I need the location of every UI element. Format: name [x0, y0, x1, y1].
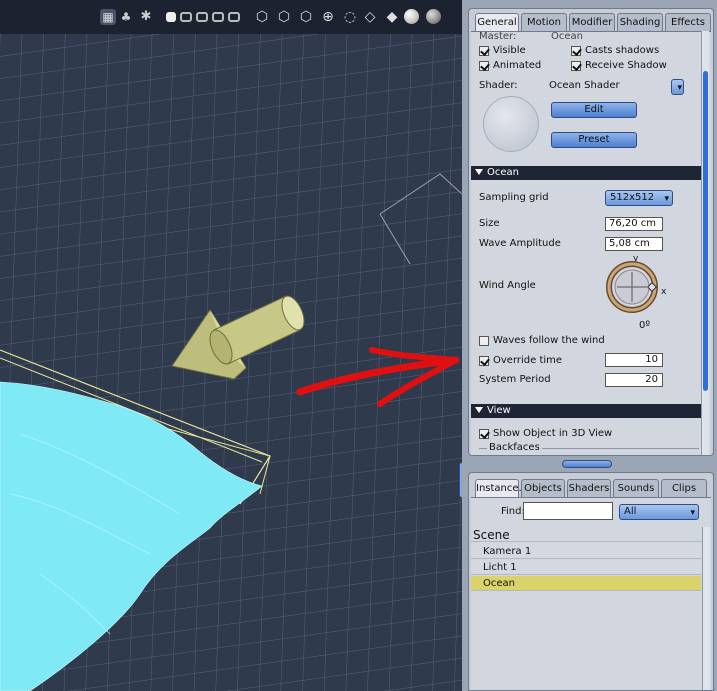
override-time-label: Override time — [493, 355, 563, 366]
view-layout-split-icon[interactable] — [180, 12, 192, 22]
wave-amplitude-field[interactable]: 5,08 cm — [605, 237, 663, 251]
grid-icon[interactable]: ▦ — [100, 9, 116, 25]
size-label: Size — [479, 218, 500, 229]
show-object-label: Show Object in 3D View — [493, 428, 613, 439]
filter-value: All — [624, 506, 637, 517]
view-layout-single-icon[interactable] — [166, 12, 176, 22]
waves-follow-checkbox[interactable] — [479, 336, 489, 346]
tab-shaders[interactable]: Shaders — [567, 479, 611, 497]
override-time-checkbox[interactable] — [479, 356, 489, 366]
properties-tabs: General Motion Modifier Shading Effects — [475, 13, 713, 31]
view-layout-triple-icon[interactable] — [212, 12, 224, 22]
visible-checkbox[interactable] — [479, 46, 489, 56]
shader-preview-sphere — [483, 96, 539, 152]
tab-shading[interactable]: Shading — [617, 13, 663, 31]
tab-effects[interactable]: Effects — [665, 13, 711, 31]
list-item-licht-1[interactable]: Licht 1 — [471, 560, 701, 575]
master-label: Master: — [479, 31, 517, 42]
ocean-section-header[interactable]: Ocean — [471, 166, 707, 180]
override-time-field[interactable]: 10 — [605, 353, 663, 367]
shader-dropdown-button[interactable]: ▾ — [671, 79, 684, 95]
move-icon[interactable]: ⊕ — [320, 9, 336, 25]
animated-label: Animated — [493, 60, 542, 71]
sampling-grid-label: Sampling grid — [479, 192, 549, 203]
animated-checkbox[interactable] — [479, 61, 489, 71]
edit-button[interactable]: Edit — [551, 102, 637, 118]
list-item-kamera-1[interactable]: Kamera 1 — [471, 544, 701, 559]
backfaces-label: Backfaces — [487, 442, 542, 453]
scene-panel: Instance. Objects Shaders Sounds Clips F… — [468, 472, 714, 691]
wave-amplitude-label: Wave Amplitude — [479, 238, 561, 249]
view-section-header[interactable]: View — [471, 404, 707, 418]
rotate-icon[interactable]: ◌ — [342, 9, 358, 25]
master-value: Ocean — [551, 31, 583, 42]
flat-shade-icon[interactable]: ⬡ — [298, 9, 314, 25]
shader-value: Ocean Shader — [549, 80, 620, 91]
visible-label: Visible — [493, 45, 526, 56]
wireframe-icon[interactable]: ⬡ — [254, 9, 270, 25]
panel-splitter[interactable] — [562, 460, 612, 468]
tab-general[interactable]: General — [475, 13, 519, 31]
tab-clips[interactable]: Clips — [661, 479, 707, 497]
chevron-down-icon: ▾ — [664, 194, 669, 204]
chevron-down-icon: ▾ — [690, 508, 695, 518]
instances-tab-content: Find: All ▾ Scene Kamera 1 Licht 1 Ocean — [471, 497, 711, 690]
scene-tree-icon[interactable]: ♣ — [118, 9, 134, 25]
find-label: Find: — [501, 506, 525, 517]
sampling-grid-select[interactable]: 512x512 ▾ — [605, 190, 673, 206]
hidden-line-icon[interactable]: ⬡ — [276, 9, 292, 25]
system-period-label: System Period — [479, 374, 551, 385]
casts-shadows-label: Casts shadows — [585, 45, 660, 56]
tab-motion[interactable]: Motion — [521, 13, 567, 31]
show-object-checkbox[interactable] — [479, 429, 489, 439]
find-input[interactable] — [523, 502, 613, 520]
ocean-section-title: Ocean — [487, 167, 519, 178]
wind-angle-label: Wind Angle — [479, 280, 536, 291]
preset-button[interactable]: Preset — [551, 132, 637, 148]
receive-shadow-checkbox[interactable] — [571, 61, 581, 71]
cube-icon[interactable]: ◆ — [384, 9, 400, 25]
sphere-shaded-icon[interactable] — [404, 9, 419, 24]
app-window: ▦ ♣ ✱ ⬡ ⬡ ⬡ ⊕ ◌ ◇ ◆ General Motion Modif… — [0, 0, 717, 691]
general-tab-content: Master: Ocean Visible Casts shadows Anim… — [471, 31, 711, 455]
properties-scroll-thumb[interactable] — [703, 71, 708, 391]
render-icon[interactable]: ✱ — [138, 9, 154, 25]
receive-shadow-label: Receive Shadow — [585, 60, 667, 71]
tab-instances[interactable]: Instance. — [475, 479, 522, 497]
collapse-triangle-icon — [475, 169, 483, 175]
view-section-title: View — [487, 405, 511, 416]
system-period-field[interactable]: 20 — [605, 373, 663, 387]
size-field[interactable]: 76,20 cm — [605, 217, 663, 231]
waves-follow-label: Waves follow the wind — [493, 335, 605, 346]
sampling-grid-value: 512x512 — [610, 192, 655, 203]
tab-sounds[interactable]: Sounds — [613, 479, 659, 497]
collapse-triangle-icon — [475, 407, 483, 413]
scale-icon[interactable]: ◇ — [362, 9, 378, 25]
view-layout-quad-icon[interactable] — [196, 12, 208, 22]
viewport-scene — [0, 34, 462, 691]
wind-angle-dial[interactable] — [605, 260, 659, 314]
filter-select[interactable]: All ▾ — [619, 504, 699, 520]
sphere-textured-icon[interactable] — [426, 9, 441, 24]
shader-label: Shader: — [479, 80, 518, 91]
tab-modifier[interactable]: Modifier — [569, 13, 615, 31]
viewport-toolbar: ▦ ♣ ✱ ⬡ ⬡ ⬡ ⊕ ◌ ◇ ◆ — [0, 0, 462, 34]
side-panel: General Motion Modifier Shading Effects … — [462, 0, 717, 691]
scene-scrollbar[interactable] — [702, 527, 710, 690]
properties-scrollbar[interactable] — [701, 31, 709, 455]
scene-tabs: Instance. Objects Shaders Sounds Clips — [475, 479, 713, 497]
chevron-down-icon: ▾ — [677, 83, 682, 93]
list-item-ocean[interactable]: Ocean — [471, 576, 701, 591]
casts-shadows-checkbox[interactable] — [571, 46, 581, 56]
tab-objects[interactable]: Objects — [521, 479, 565, 497]
scene-tree-title: Scene — [471, 528, 705, 542]
3d-viewport[interactable]: ▦ ♣ ✱ ⬡ ⬡ ⬡ ⊕ ◌ ◇ ◆ — [0, 0, 462, 691]
wind-x-label: x — [661, 287, 667, 297]
wind-angle-value: 0º — [639, 320, 651, 331]
view-layout-four-icon[interactable] — [228, 12, 240, 22]
properties-panel: General Motion Modifier Shading Effects … — [468, 8, 714, 456]
